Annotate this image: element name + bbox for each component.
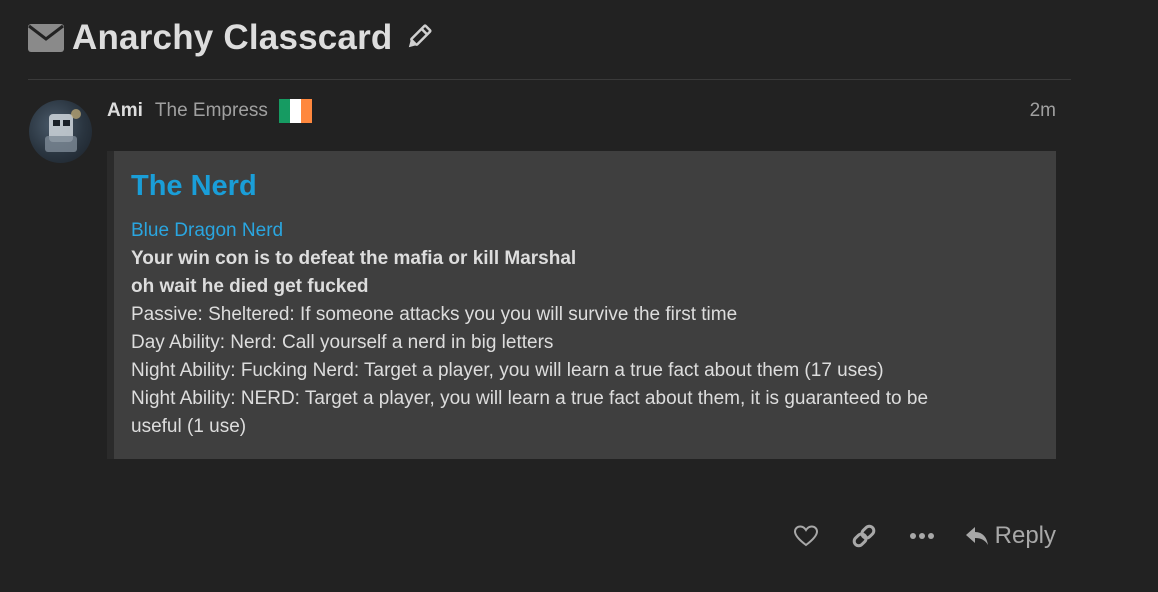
avatar[interactable] bbox=[29, 100, 92, 163]
reply-arrow-icon bbox=[965, 527, 988, 545]
ellipsis-icon[interactable] bbox=[909, 523, 935, 549]
win-condition: Your win con is to defeat the mafia or k… bbox=[131, 248, 577, 269]
link-icon[interactable] bbox=[851, 523, 877, 549]
role-subtitle: Blue Dragon Nerd bbox=[131, 220, 284, 241]
post-meta: Ami The Empress bbox=[107, 99, 312, 123]
username[interactable]: Ami bbox=[107, 100, 143, 122]
header-divider bbox=[28, 79, 1071, 80]
win-condition-note: oh wait he died get fucked bbox=[131, 276, 369, 297]
reply-label: Reply bbox=[994, 522, 1056, 549]
ireland-flag bbox=[278, 99, 312, 123]
night-ability-2: Night Ability: NERD: Target a player, yo… bbox=[131, 388, 929, 409]
post-actions: Reply bbox=[761, 518, 1056, 554]
night-ability-2-cont: useful (1 use) bbox=[131, 416, 247, 437]
topic-header: Anarchy Classcard bbox=[28, 16, 433, 60]
reply-button[interactable]: Reply bbox=[965, 522, 1056, 550]
topic-title: Anarchy Classcard bbox=[72, 18, 393, 57]
role-card: The Nerd Blue Dragon Nerd Your win con i… bbox=[107, 151, 1056, 459]
role-heading: The Nerd bbox=[131, 170, 257, 202]
passive-ability: Passive: Sheltered: If someone attacks y… bbox=[131, 304, 738, 325]
day-ability: Day Ability: Nerd: Call yourself a nerd … bbox=[131, 332, 554, 353]
envelope-icon bbox=[28, 24, 64, 52]
post-time[interactable]: 2m bbox=[1030, 100, 1056, 122]
user-title: The Empress bbox=[154, 100, 268, 121]
night-ability-1: Night Ability: Fucking Nerd: Target a pl… bbox=[131, 360, 884, 381]
pencil-icon[interactable] bbox=[403, 23, 433, 53]
heart-icon[interactable] bbox=[793, 523, 819, 549]
